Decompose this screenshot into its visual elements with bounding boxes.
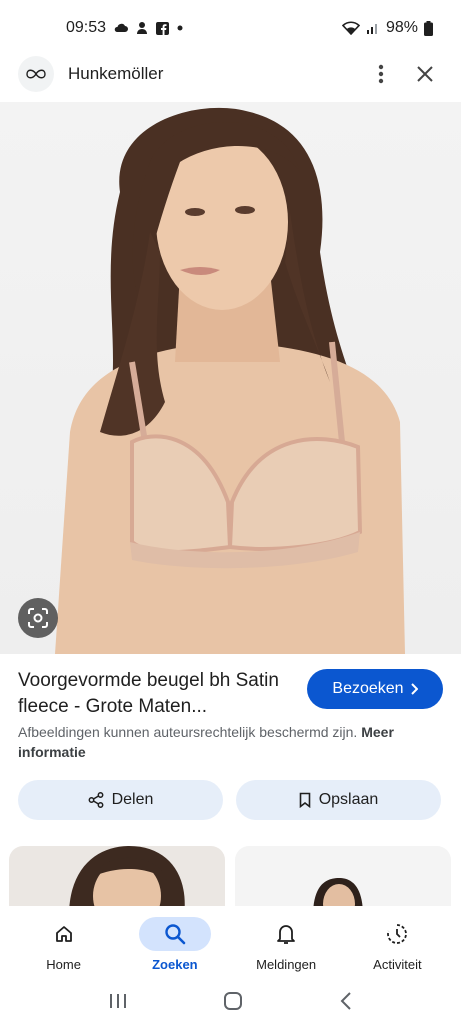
status-right: 98% [341, 19, 433, 37]
search-icon [138, 916, 211, 951]
lens-icon [28, 608, 48, 628]
back-icon [340, 991, 351, 1010]
battery-icon [424, 20, 433, 36]
nav-label-home: Home [46, 956, 81, 972]
visit-button-label: Bezoeken [332, 680, 404, 697]
signal-icon [366, 21, 380, 35]
system-nav-bar [0, 982, 461, 1024]
bottom-nav: Home Zoeken Meldingen Activiteit [0, 906, 461, 982]
status-left: 09:53 [66, 19, 183, 37]
lens-search-button[interactable] [18, 598, 58, 638]
home-icon [28, 917, 100, 951]
save-label: Opslaan [318, 791, 379, 808]
home-system-icon [224, 991, 243, 1010]
nav-item-home[interactable]: Home [14, 917, 114, 972]
site-logo-icon [18, 56, 54, 92]
copyright-text: Afbeeldingen kunnen auteursrechtelijk be… [18, 724, 358, 740]
activity-icon [361, 917, 433, 951]
visit-button[interactable]: Bezoeken [307, 669, 443, 709]
battery-percentage: 98% [385, 19, 418, 36]
back-button[interactable] [339, 991, 353, 1016]
copyright-notice: Afbeeldingen kunnen auteursrechtelijk be… [18, 722, 438, 762]
app-header: Hunkemöller [0, 50, 461, 98]
nav-item-notifications[interactable]: Meldingen [236, 917, 336, 972]
status-bar: 09:53 98% [0, 0, 461, 56]
status-time: 09:53 [66, 19, 107, 36]
product-image[interactable] [0, 102, 461, 654]
facebook-icon [156, 21, 170, 35]
nav-label-activity: Activiteit [373, 956, 422, 972]
site-title: Hunkemöller [68, 64, 164, 83]
nav-label-notifications: Meldingen [256, 956, 317, 972]
bookmark-icon [299, 792, 311, 808]
close-icon [417, 66, 433, 82]
weather-icon [136, 21, 148, 35]
recent-apps-icon [109, 993, 126, 1008]
share-icon [88, 792, 104, 808]
cloud-icon [114, 23, 129, 33]
close-button[interactable] [407, 56, 443, 92]
save-button[interactable]: Opslaan [236, 780, 441, 820]
bell-icon [250, 917, 322, 951]
share-button[interactable]: Delen [18, 780, 223, 820]
home-system-button[interactable] [223, 991, 243, 1016]
recent-apps-button[interactable] [108, 992, 128, 1015]
product-photo [55, 107, 405, 654]
nav-item-activity[interactable]: Activiteit [347, 917, 447, 972]
nav-label-search: Zoeken [152, 956, 198, 972]
more-options-button[interactable] [363, 56, 399, 92]
product-title[interactable]: Voorgevormde beugel bh Satin fleece - Gr… [18, 668, 290, 720]
chevron-right-icon [410, 683, 418, 695]
share-label: Delen [111, 791, 154, 808]
nav-item-search[interactable]: Zoeken [125, 916, 225, 972]
wifi-icon [341, 21, 360, 35]
dot-icon [177, 25, 183, 31]
